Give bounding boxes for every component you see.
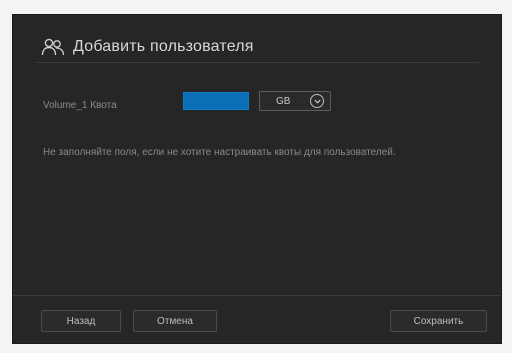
- back-button[interactable]: Назад: [41, 310, 121, 332]
- quota-label: Volume_1 Квота: [43, 100, 117, 111]
- dialog-header: Добавить пользователя: [41, 35, 254, 59]
- cancel-button[interactable]: Отмена: [133, 310, 217, 332]
- chevron-down-icon[interactable]: [310, 94, 324, 108]
- unit-select-value: GB: [276, 95, 291, 107]
- footer-divider: [13, 295, 501, 296]
- quota-hint: Не заполняйте поля, если не хотите настр…: [43, 147, 396, 158]
- users-icon: [41, 38, 65, 56]
- save-button[interactable]: Сохранить: [390, 310, 487, 332]
- header-divider: [35, 62, 479, 63]
- dialog-title: Добавить пользователя: [73, 38, 254, 55]
- quota-input[interactable]: [183, 92, 249, 110]
- unit-select[interactable]: GB: [259, 91, 331, 111]
- add-user-dialog: Добавить пользователя Volume_1 Квота GB …: [12, 14, 502, 344]
